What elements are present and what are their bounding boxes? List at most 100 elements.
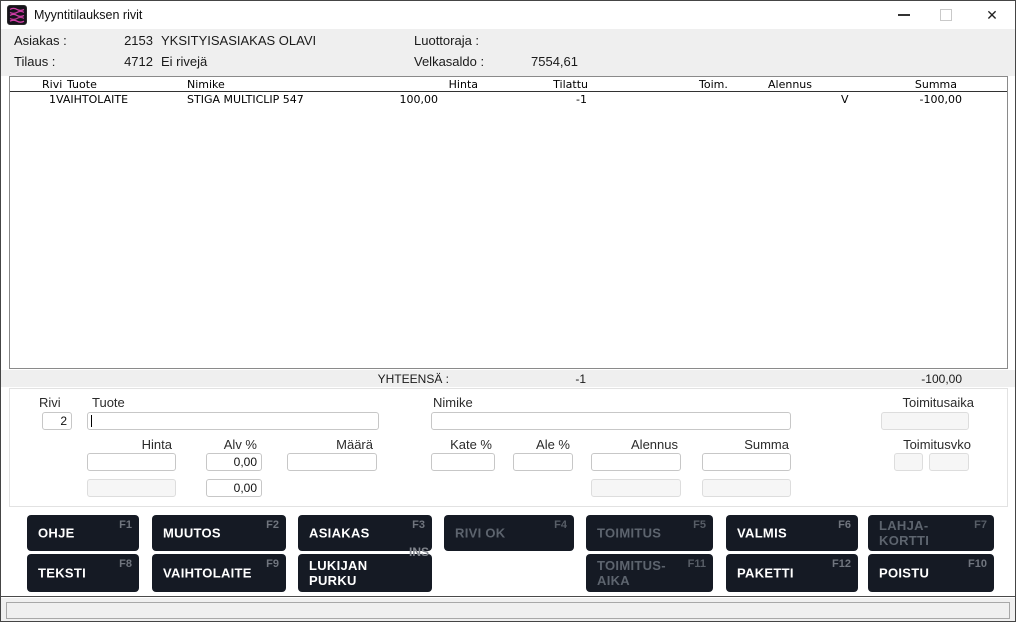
poistu-button[interactable]: POISTU F10	[868, 554, 994, 592]
ale-field[interactable]	[513, 453, 573, 471]
col-summa: Summa	[915, 78, 957, 91]
toimitusaika-button: TOIMITUS- AIKA F11	[586, 554, 713, 592]
maximize-icon	[940, 9, 952, 21]
close-icon: ✕	[986, 8, 998, 22]
toimitusaika-field	[881, 412, 969, 430]
button-label: ASIAKAS	[309, 526, 370, 541]
toimitus-button: TOIMITUS F5	[586, 515, 713, 551]
totals-summa: -100,00	[921, 372, 962, 386]
cell-nimike: STIGA MULTICLIP 547	[187, 93, 304, 106]
fkey-label: F7	[974, 519, 987, 531]
button-label: VALMIS	[737, 526, 787, 541]
hinta-secondary-field	[87, 479, 176, 497]
text-caret	[91, 415, 92, 427]
button-label: MUUTOS	[163, 526, 221, 541]
order-rows-table: Rivi Tuote Nimike Hinta Tilattu Toim. Al…	[9, 76, 1008, 369]
maximize-button	[929, 1, 963, 29]
luottoraja-label: Luottoraja :	[414, 33, 479, 48]
totals-label: YHTEENSÄ :	[378, 372, 449, 386]
col-hinta: Hinta	[449, 78, 478, 91]
fkey-label: F12	[832, 558, 851, 570]
button-label: LUKIJAN PURKU	[309, 558, 367, 588]
totals-tilattu: -1	[575, 372, 586, 386]
app-window: Myyntitilauksen rivit ✕ Asiakas : 2153 Y…	[0, 0, 1016, 622]
fkey-label: F2	[266, 519, 279, 531]
hinta-label: Hinta	[142, 437, 172, 452]
col-nimike: Nimike	[187, 78, 225, 91]
button-label: PAKETTI	[737, 566, 794, 581]
cell-flag: V	[841, 93, 849, 106]
summa-field[interactable]	[702, 453, 791, 471]
alv-label: Alv %	[224, 437, 257, 452]
paketti-button[interactable]: PAKETTI F12	[726, 554, 858, 592]
tilaus-note: Ei rivejä	[161, 54, 207, 69]
tuote-field[interactable]	[87, 412, 379, 430]
tilaus-label: Tilaus :	[14, 54, 55, 69]
asiakas-label: Asiakas :	[14, 33, 67, 48]
velkasaldo-label: Velkasaldo :	[414, 54, 484, 69]
kate-label: Kate %	[450, 437, 492, 452]
button-label: TOIMITUS	[597, 526, 661, 541]
fkey-label: F6	[838, 519, 851, 531]
col-rivi: Rivi	[42, 78, 62, 91]
fkey-label: F3	[412, 519, 425, 531]
maara-field[interactable]	[287, 453, 377, 471]
totals-bar: YHTEENSÄ : -1 -100,00	[1, 370, 1015, 387]
row-edit-form: Rivi Tuote Nimike Toimitusaika Hinta Alv…	[9, 388, 1008, 507]
table-header-row: Rivi Tuote Nimike Hinta Tilattu Toim. Al…	[10, 77, 1007, 92]
asiakas-name: YKSITYISASIAKAS OLAVI	[161, 33, 316, 48]
fkey-label: F1	[119, 519, 132, 531]
col-tuote: Tuote	[67, 78, 97, 91]
fkey-label: F4	[554, 519, 567, 531]
asiakas-number: 2153	[101, 33, 153, 48]
kate-field[interactable]	[431, 453, 495, 471]
button-label: POISTU	[879, 566, 929, 581]
rivi-field[interactable]	[42, 412, 72, 430]
toimitusvko-year-field	[929, 453, 969, 471]
alv-secondary-field[interactable]	[206, 479, 262, 497]
lukijan-purku-button[interactable]: LUKIJAN PURKU INS	[298, 554, 432, 592]
teksti-button[interactable]: TEKSTI F8	[27, 554, 139, 592]
col-tilattu: Tilattu	[553, 78, 588, 91]
hinta-field[interactable]	[87, 453, 176, 471]
fkey-label: F10	[968, 558, 987, 570]
title-bar: Myyntitilauksen rivit ✕	[1, 1, 1015, 29]
nimike-label: Nimike	[433, 395, 473, 410]
button-label: TEKSTI	[38, 566, 86, 581]
button-label: OHJE	[38, 526, 75, 541]
rivi-ok-button: RIVI OK F4	[444, 515, 574, 551]
maara-label: Määrä	[336, 437, 373, 452]
alennus-field[interactable]	[591, 453, 681, 471]
muutos-button[interactable]: MUUTOS F2	[152, 515, 286, 551]
toimitusvko-week-field	[894, 453, 923, 471]
status-bar	[1, 598, 1015, 622]
valmis-button[interactable]: VALMIS F6	[726, 515, 858, 551]
button-label: VAIHTOLAITE	[163, 566, 252, 581]
alv-field[interactable]	[206, 453, 262, 471]
cell-summa: -100,00	[920, 93, 962, 106]
fkey-label: F8	[119, 558, 132, 570]
nimike-field[interactable]	[431, 412, 791, 430]
rivi-label: Rivi	[39, 395, 61, 410]
summa-secondary-field	[702, 479, 791, 497]
close-button[interactable]: ✕	[975, 1, 1009, 29]
minimize-icon	[898, 14, 910, 16]
toimitusaika-label: Toimitusaika	[902, 395, 974, 410]
fkey-label: F5	[693, 519, 706, 531]
fkey-label: F11	[688, 558, 706, 570]
cell-tilattu: -1	[576, 93, 587, 106]
status-message-panel	[6, 602, 1010, 619]
alennus-label: Alennus	[631, 437, 678, 452]
tilaus-number: 4712	[101, 54, 153, 69]
velkasaldo-value: 7554,61	[481, 54, 578, 69]
ohje-button[interactable]: OHJE F1	[27, 515, 139, 551]
minimize-button[interactable]	[887, 1, 921, 29]
summa-label: Summa	[744, 437, 789, 452]
alennus-secondary-field	[591, 479, 681, 497]
ale-label: Ale %	[536, 437, 570, 452]
button-label: RIVI OK	[455, 526, 506, 541]
vaihtolaite-button[interactable]: VAIHTOLAITE F9	[152, 554, 286, 592]
app-logo-icon[interactable]	[7, 5, 27, 25]
fkey-label: INS	[409, 545, 429, 559]
col-toim: Toim.	[699, 78, 728, 91]
